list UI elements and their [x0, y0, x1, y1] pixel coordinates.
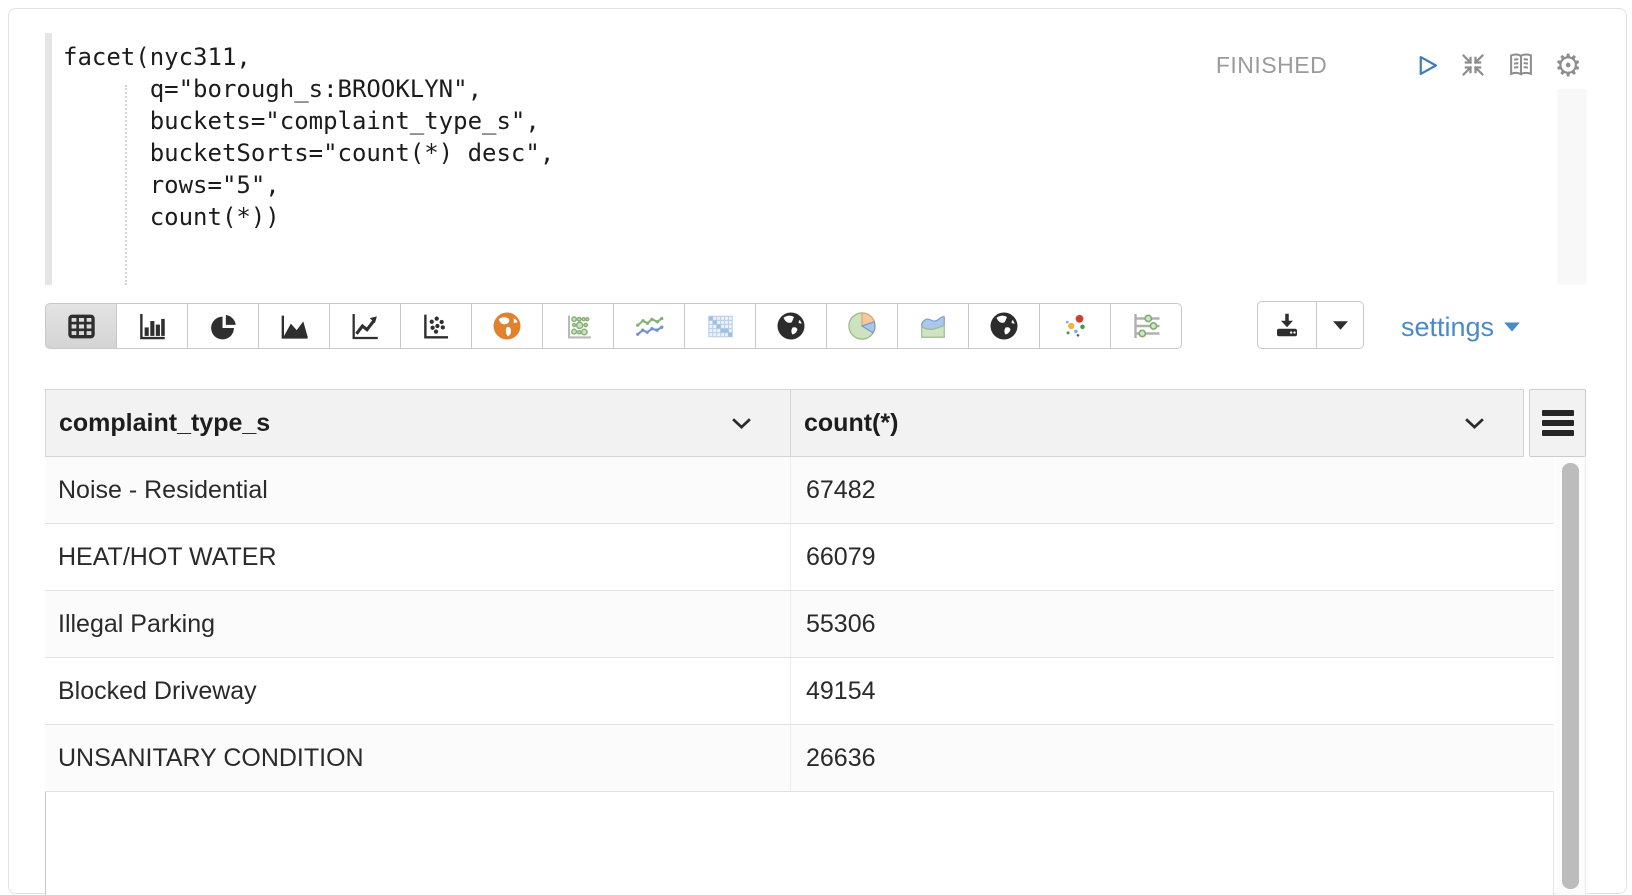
hamburger-icon: [1542, 410, 1574, 416]
export-button-group: [1257, 301, 1364, 349]
table-header: complaint_type_s count(*): [45, 389, 1524, 457]
column-header-count[interactable]: count(*): [790, 389, 1524, 457]
viz-toolbar: [45, 303, 1182, 349]
complaint-type-cell: Illegal Parking: [45, 591, 791, 657]
viz-button-heatmap[interactable]: [684, 303, 756, 349]
count-cell: 67482: [791, 457, 1554, 523]
complaint-type-cell: UNSANITARY CONDITION: [45, 725, 791, 791]
viz-button-scatter-chart[interactable]: [400, 303, 472, 349]
settings-label: settings: [1401, 312, 1494, 343]
collapse-icon[interactable]: [1458, 50, 1488, 80]
table-row[interactable]: UNSANITARY CONDITION 26636: [45, 725, 1554, 792]
chevron-down-icon[interactable]: [1464, 417, 1485, 430]
editor-gutter: [45, 33, 52, 285]
count-cell: 55306: [791, 591, 1554, 657]
table-menu-button[interactable]: [1529, 389, 1586, 457]
table-row[interactable]: Blocked Driveway 49154: [45, 658, 1554, 725]
table-row[interactable]: Illegal Parking 55306: [45, 591, 1554, 658]
viz-button-bubble-chart[interactable]: [542, 303, 614, 349]
status-badge: FINISHED: [1216, 52, 1327, 79]
caret-down-icon: [1332, 320, 1349, 331]
paragraph-control-bar: FINISHED ⚙: [1216, 45, 1582, 85]
viz-button-area-chart-pastel[interactable]: [897, 303, 969, 349]
download-icon: [1272, 310, 1302, 340]
settings-caret-icon: [1503, 321, 1521, 333]
table-scrollbar-thumb[interactable]: [1562, 463, 1579, 889]
chevron-down-icon[interactable]: [731, 417, 752, 430]
count-cell: 49154: [791, 658, 1554, 724]
gear-icon[interactable]: ⚙: [1554, 50, 1582, 81]
paragraph-panel: facet(nyc311, q="borough_s:BROOKLYN", bu…: [8, 8, 1627, 894]
count-cell: 26636: [791, 725, 1554, 791]
show-editor-book-icon[interactable]: [1505, 49, 1537, 81]
viz-button-map-orange-globe[interactable]: [471, 303, 543, 349]
count-cell: 66079: [791, 524, 1554, 590]
viz-button-multi-line-chart[interactable]: [613, 303, 685, 349]
code-editor[interactable]: facet(nyc311, q="borough_s:BROOKLYN", bu…: [63, 41, 554, 233]
viz-button-area-chart[interactable]: [258, 303, 330, 349]
viz-button-pie-chart-pastel[interactable]: [826, 303, 898, 349]
viz-button-globe-map-alt[interactable]: [968, 303, 1040, 349]
column-header-complaint-type[interactable]: complaint_type_s: [45, 389, 791, 457]
settings-link[interactable]: settings: [1401, 305, 1521, 349]
viz-button-bar-chart[interactable]: [116, 303, 188, 349]
table-scrollbar-track[interactable]: [1556, 457, 1586, 895]
complaint-type-cell: Noise - Residential: [45, 457, 791, 523]
editor-scrollbar[interactable]: [1557, 89, 1587, 285]
download-button[interactable]: [1257, 301, 1317, 349]
viz-button-scatter-color[interactable]: [1039, 303, 1111, 349]
viz-button-pie-chart[interactable]: [187, 303, 259, 349]
run-play-icon[interactable]: [1414, 51, 1441, 80]
viz-button-globe-map[interactable]: [755, 303, 827, 349]
complaint-type-cell: Blocked Driveway: [45, 658, 791, 724]
complaint-type-cell: HEAT/HOT WATER: [45, 524, 791, 590]
viz-button-line-chart[interactable]: [329, 303, 401, 349]
table-row[interactable]: HEAT/HOT WATER 66079: [45, 524, 1554, 591]
download-dropdown-button[interactable]: [1316, 301, 1364, 349]
viz-button-table[interactable]: [45, 303, 117, 349]
table-body: Noise - Residential 67482 HEAT/HOT WATER…: [45, 457, 1554, 792]
viz-button-parallel-coordinates[interactable]: [1110, 303, 1182, 349]
table-empty-area: [45, 792, 1554, 895]
table-row[interactable]: Noise - Residential 67482: [45, 457, 1554, 524]
